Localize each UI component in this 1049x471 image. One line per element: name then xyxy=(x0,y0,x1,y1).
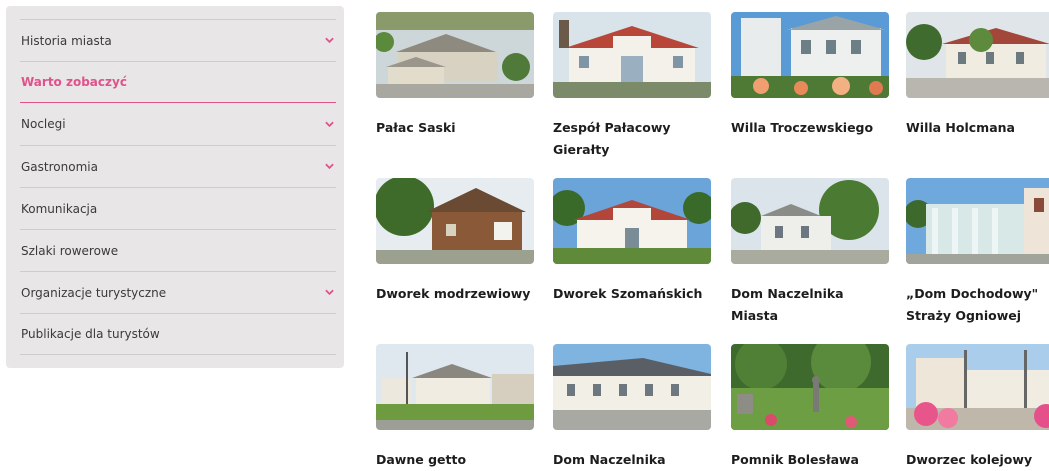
chevron-down-icon[interactable] xyxy=(324,119,334,129)
attraction-card[interactable]: Dom Naczelnika Miasta xyxy=(731,178,889,327)
attraction-card[interactable]: Willa Holcmana xyxy=(906,12,1049,139)
attraction-title[interactable]: Zespół Pałacowy Gierałty xyxy=(553,117,713,161)
attraction-photo[interactable] xyxy=(376,12,534,98)
attraction-title[interactable]: Willa Holcmana xyxy=(906,117,1049,139)
sidebar-item-organizacje-turystyczne[interactable]: Organizacje turystyczne xyxy=(20,271,336,313)
attraction-title[interactable]: Dworek modrzewiowy xyxy=(376,283,536,305)
attraction-photo[interactable] xyxy=(906,344,1049,430)
sidebar-item-historia-miasta[interactable]: Historia miasta xyxy=(20,19,336,61)
sidebar-menu: Historia miasta Warto zobaczyć Noclegi G… xyxy=(6,6,344,368)
attraction-photo[interactable] xyxy=(553,178,711,264)
sidebar-item-label: Historia miasta xyxy=(21,33,112,48)
attraction-card[interactable]: Willa Troczewskiego xyxy=(731,12,889,139)
attraction-title[interactable]: Pomnik Bolesława xyxy=(731,449,891,471)
attraction-photo[interactable] xyxy=(553,12,711,98)
chevron-down-icon[interactable] xyxy=(324,36,334,46)
sidebar-item-label: Szlaki rowerowe xyxy=(21,243,119,258)
attraction-title[interactable]: „Dom Dochodowy" Straży Ogniowej xyxy=(906,283,1049,327)
sidebar-item-komunikacja[interactable]: Komunikacja xyxy=(20,187,336,229)
attraction-title[interactable]: Dom Naczelnika xyxy=(553,449,713,471)
attraction-photo[interactable] xyxy=(906,12,1049,98)
attraction-title[interactable]: Dawne getto xyxy=(376,449,536,471)
attraction-photo[interactable] xyxy=(731,12,889,98)
attraction-photo[interactable] xyxy=(731,178,889,264)
attraction-title[interactable]: Dworek Szomańskich xyxy=(553,283,713,305)
chevron-down-icon[interactable] xyxy=(324,288,334,298)
attraction-card[interactable]: Pałac Saski xyxy=(376,12,534,139)
attraction-title[interactable]: Dworzec kolejowy xyxy=(906,449,1049,471)
attraction-card[interactable]: Dawne getto xyxy=(376,344,534,471)
attraction-card[interactable]: Zespół Pałacowy Gierałty xyxy=(553,12,711,161)
attraction-card[interactable]: Dworek Szomańskich xyxy=(553,178,711,305)
attraction-photo[interactable] xyxy=(906,178,1049,264)
attraction-card[interactable]: Pomnik Bolesława xyxy=(731,344,889,471)
attraction-photo[interactable] xyxy=(731,344,889,430)
attraction-photo[interactable] xyxy=(553,344,711,430)
sidebar-item-label: Komunikacja xyxy=(21,201,98,216)
chevron-down-icon[interactable] xyxy=(324,162,334,172)
sidebar-item-label: Warto zobaczyć xyxy=(21,75,127,89)
sidebar-item-label: Gastronomia xyxy=(21,159,98,174)
attraction-title[interactable]: Willa Troczewskiego xyxy=(731,117,891,139)
attraction-card[interactable]: Dom Naczelnika xyxy=(553,344,711,471)
sidebar-item-label: Noclegi xyxy=(21,117,66,131)
sidebar-item-label: Organizacje turystyczne xyxy=(21,285,167,300)
attraction-title[interactable]: Dom Naczelnika Miasta xyxy=(731,283,891,327)
sidebar-item-szlaki-rowerowe[interactable]: Szlaki rowerowe xyxy=(20,229,336,271)
attraction-title[interactable]: Pałac Saski xyxy=(376,117,536,139)
sidebar-item-label: Publikacje dla turystów xyxy=(21,327,160,341)
sidebar-item-gastronomia[interactable]: Gastronomia xyxy=(20,145,336,187)
attraction-card[interactable]: „Dom Dochodowy" Straży Ogniowej xyxy=(906,178,1049,327)
sidebar-item-noclegi[interactable]: Noclegi xyxy=(20,103,336,145)
sidebar-item-publikacje[interactable]: Publikacje dla turystów xyxy=(20,313,336,355)
attraction-card[interactable]: Dworek modrzewiowy xyxy=(376,178,534,305)
attraction-photo[interactable] xyxy=(376,178,534,264)
attraction-photo[interactable] xyxy=(376,344,534,430)
sidebar-item-warto-zobaczyc[interactable]: Warto zobaczyć xyxy=(20,61,336,103)
sidebar-list: Historia miasta Warto zobaczyć Noclegi G… xyxy=(20,19,336,355)
attraction-card[interactable]: Dworzec kolejowy xyxy=(906,344,1049,471)
